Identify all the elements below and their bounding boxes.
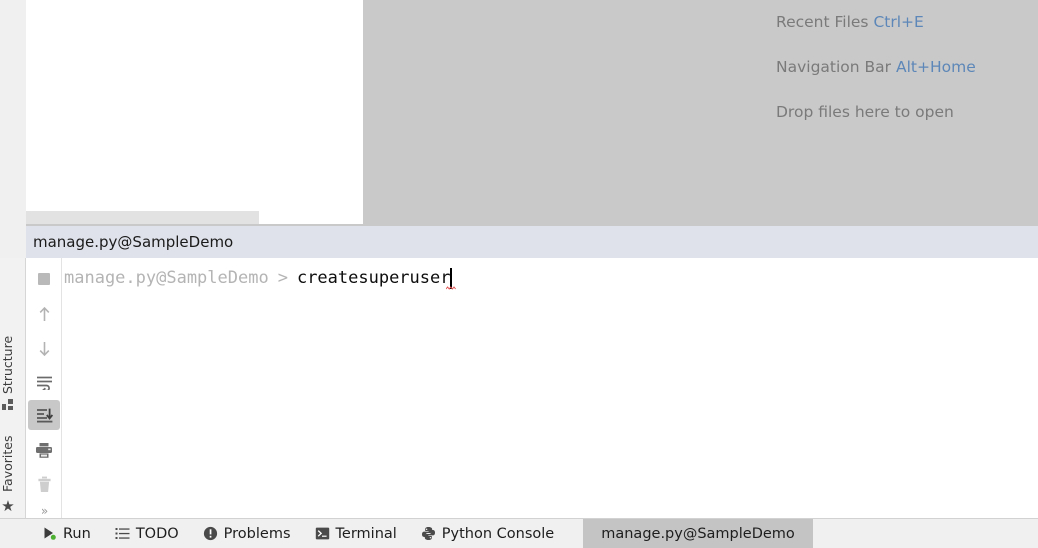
scroll-to-end-button[interactable] [28,400,60,430]
stop-button[interactable] [28,264,60,294]
run-icon [42,526,57,541]
hint-shortcut: Ctrl+E [873,13,924,31]
bottom-tab-label: manage.py@SampleDemo [601,525,795,542]
trash-icon [37,476,51,492]
bottom-tab-run[interactable]: Run [30,519,103,548]
down-button[interactable] [28,333,60,363]
ide-window: Recent Files Ctrl+E Navigation Bar Alt+H… [0,0,1038,548]
bottom-tab-label: Python Console [441,525,555,542]
todo-icon [115,526,130,541]
console-toolbar-divider [61,258,62,518]
bottom-tab-label: Terminal [335,525,397,542]
floating-popup-panel[interactable] [26,0,363,224]
popup-footer-strip [26,211,259,224]
bottom-tab-label: Run [63,525,91,542]
python-icon [421,526,436,541]
console-prompt-line[interactable]: manage.py@SampleDemo > createsuperuser [64,264,457,292]
scroll-to-end-icon [36,408,53,422]
structure-label: Structure [0,335,15,394]
empty-editor-hints: Recent Files Ctrl+E Navigation Bar Alt+H… [776,0,1038,135]
hint-label: Drop files here to open [776,103,954,121]
hint-label: Recent Files [776,13,869,31]
hint-recent-files: Recent Files Ctrl+E [776,0,1038,45]
hint-shortcut: Alt+Home [895,58,976,76]
stripe-item-structure[interactable]: Structure [0,290,26,410]
tool-window-title: manage.py@SampleDemo [33,233,234,251]
more-label: » [40,504,48,518]
console-toolbar[interactable]: » [27,258,61,518]
tool-window-header[interactable]: manage.py@SampleDemo [0,226,1038,258]
error-squiggle-icon [446,286,457,290]
hint-label: Navigation Bar [776,58,892,76]
soft-wrap-button[interactable] [28,367,60,397]
stripe-item-favorites[interactable]: ★ Favorites [0,420,26,515]
arrow-down-icon [39,341,49,356]
clear-all-button[interactable] [28,469,60,499]
prompt-prefix: manage.py@SampleDemo [64,268,269,288]
bottom-tab-label: Problems [223,525,291,542]
bottom-tab-problems[interactable]: Problems [191,519,303,548]
up-button[interactable] [28,299,60,329]
soft-wrap-icon [36,376,52,390]
terminal-icon [315,526,330,541]
hint-navigation-bar: Navigation Bar Alt+Home [776,45,1038,90]
favorites-label: Favorites [0,435,15,492]
bottom-tab-todo[interactable]: TODO [103,519,191,548]
prompt-arrow: > [277,268,288,288]
bottom-tab-python-console[interactable]: Python Console [409,519,566,548]
structure-icon [2,399,13,410]
star-icon: ★ [0,497,17,515]
printer-icon [36,442,52,458]
tool-window-header-pad [0,226,26,258]
print-button[interactable] [28,435,60,465]
arrow-up-icon [39,306,49,321]
command-text: createsuperuser [296,268,451,288]
bottom-tab-terminal[interactable]: Terminal [303,519,409,548]
hint-drop-files: Drop files here to open [776,90,1038,135]
console-output-area[interactable] [0,258,1038,518]
bottom-tab-manage-py[interactable]: manage.py@SampleDemo [583,519,813,548]
editor-area[interactable]: Recent Files Ctrl+E Navigation Bar Alt+H… [0,0,1038,226]
editor-left-gutter [0,0,26,226]
command-input[interactable]: createsuperuser [296,268,457,290]
bottom-tab-label: TODO [135,525,179,542]
bottom-tool-bar[interactable]: Run TODO Problems Terminal Python Consol… [0,518,1038,548]
stop-icon [38,273,50,285]
problems-icon [203,526,218,541]
